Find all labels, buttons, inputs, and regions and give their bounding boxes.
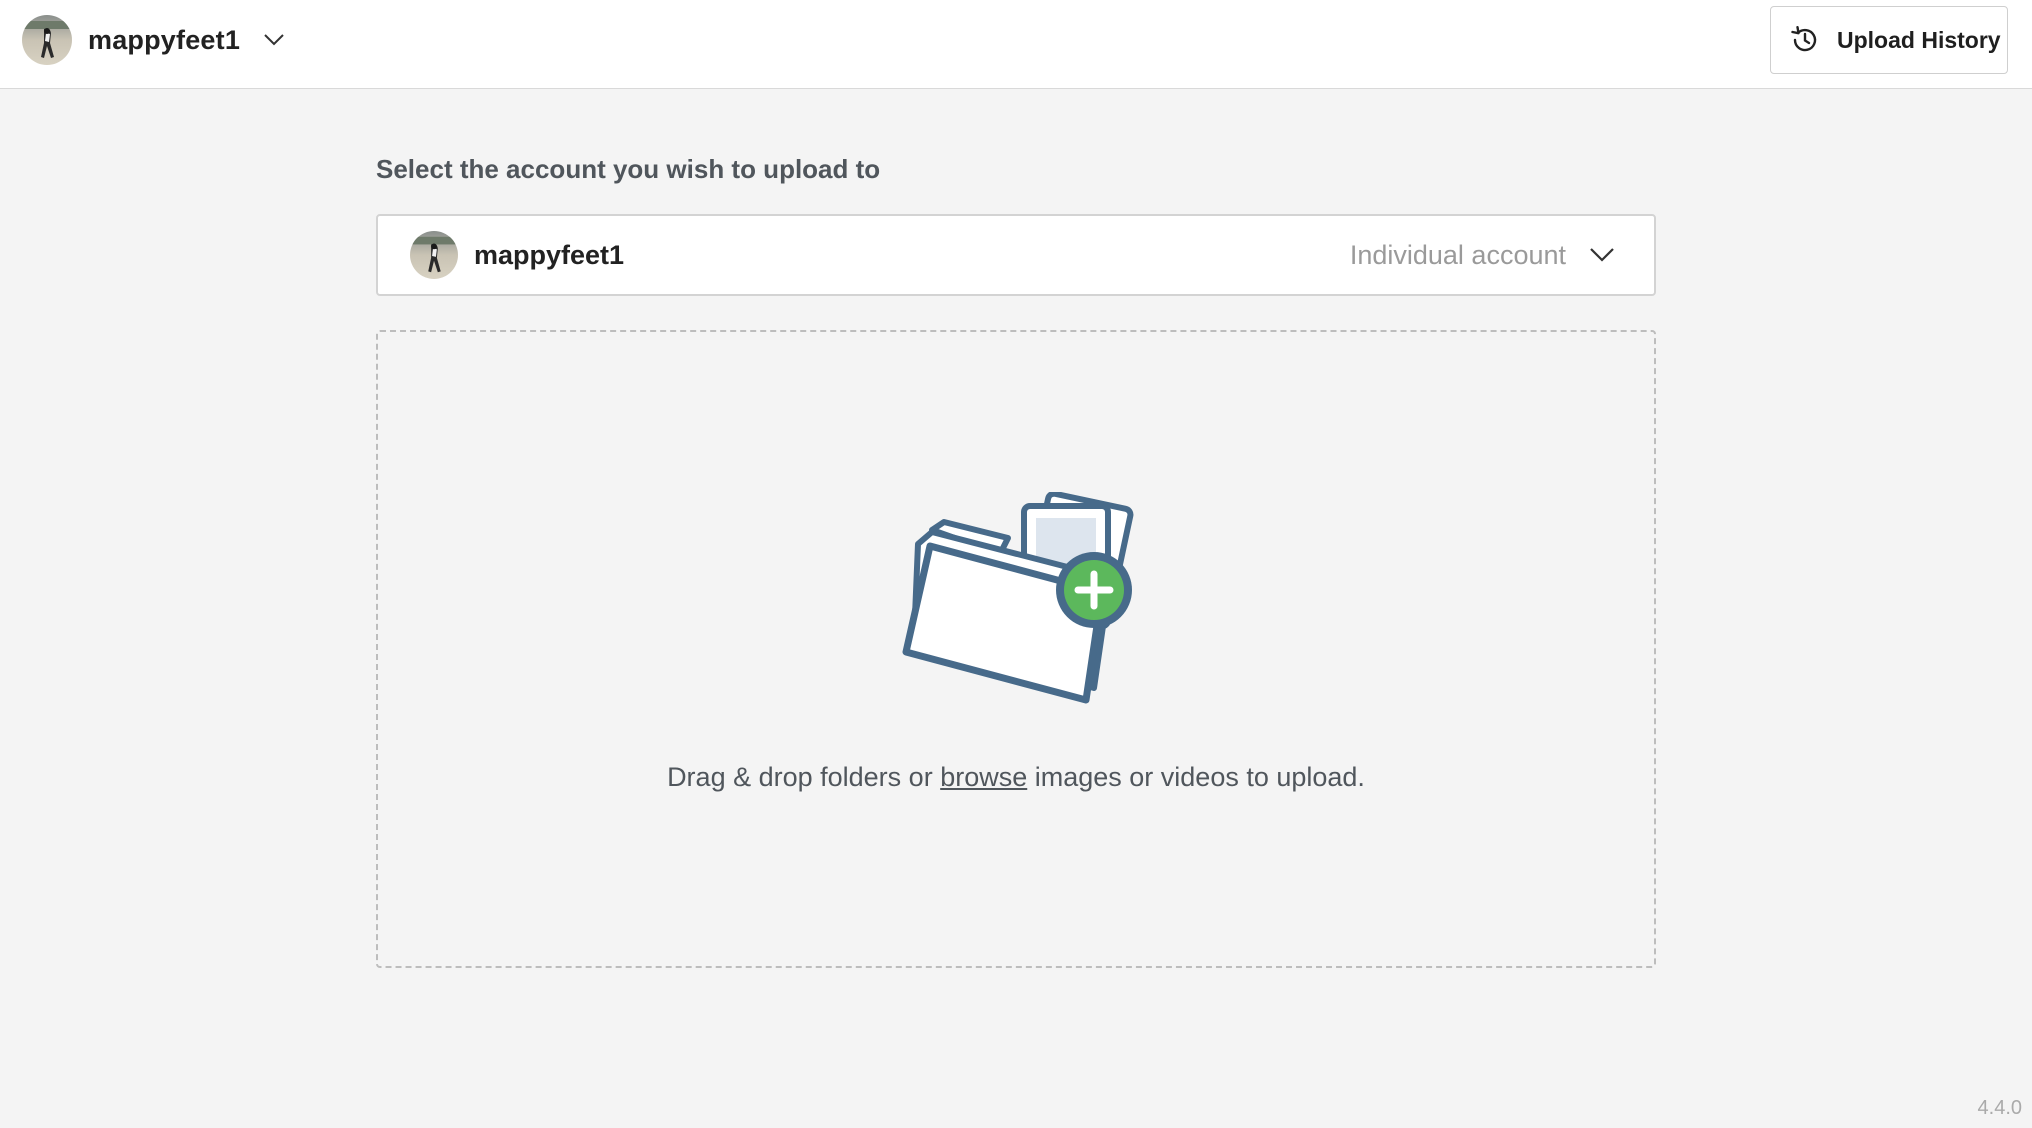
dropzone-instructions: Drag & drop folders or browse images or … — [378, 762, 1654, 793]
account-avatar — [410, 231, 458, 279]
chevron-down-icon — [1588, 241, 1616, 269]
upload-panel: Select the account you wish to upload to… — [376, 140, 1656, 968]
user-switcher[interactable]: mappyfeet1 — [22, 14, 286, 66]
dropzone-text-after: images or videos to upload. — [1027, 762, 1365, 792]
upload-history-button[interactable]: Upload History — [1770, 6, 2008, 74]
account-select[interactable]: mappyfeet1 Individual account — [376, 214, 1656, 296]
top-header: mappyfeet1 Upload History — [0, 0, 2032, 89]
account-name: mappyfeet1 — [474, 239, 625, 270]
history-clock-icon — [1789, 24, 1821, 56]
browse-link[interactable]: browse — [940, 762, 1027, 792]
app-version: 4.4.0 — [1977, 1097, 2022, 1119]
folder-add-icon — [888, 490, 1148, 712]
upload-history-label: Upload History — [1837, 26, 2001, 53]
header-username: mappyfeet1 — [88, 24, 241, 55]
account-select-label: Select the account you wish to upload to — [376, 154, 881, 184]
chevron-down-icon — [262, 28, 286, 52]
account-type: Individual account — [1349, 240, 1566, 270]
dropzone-text-before: Drag & drop folders or — [667, 762, 941, 792]
user-avatar — [22, 15, 72, 65]
upload-dropzone[interactable]: Drag & drop folders or browse images or … — [376, 330, 1656, 968]
